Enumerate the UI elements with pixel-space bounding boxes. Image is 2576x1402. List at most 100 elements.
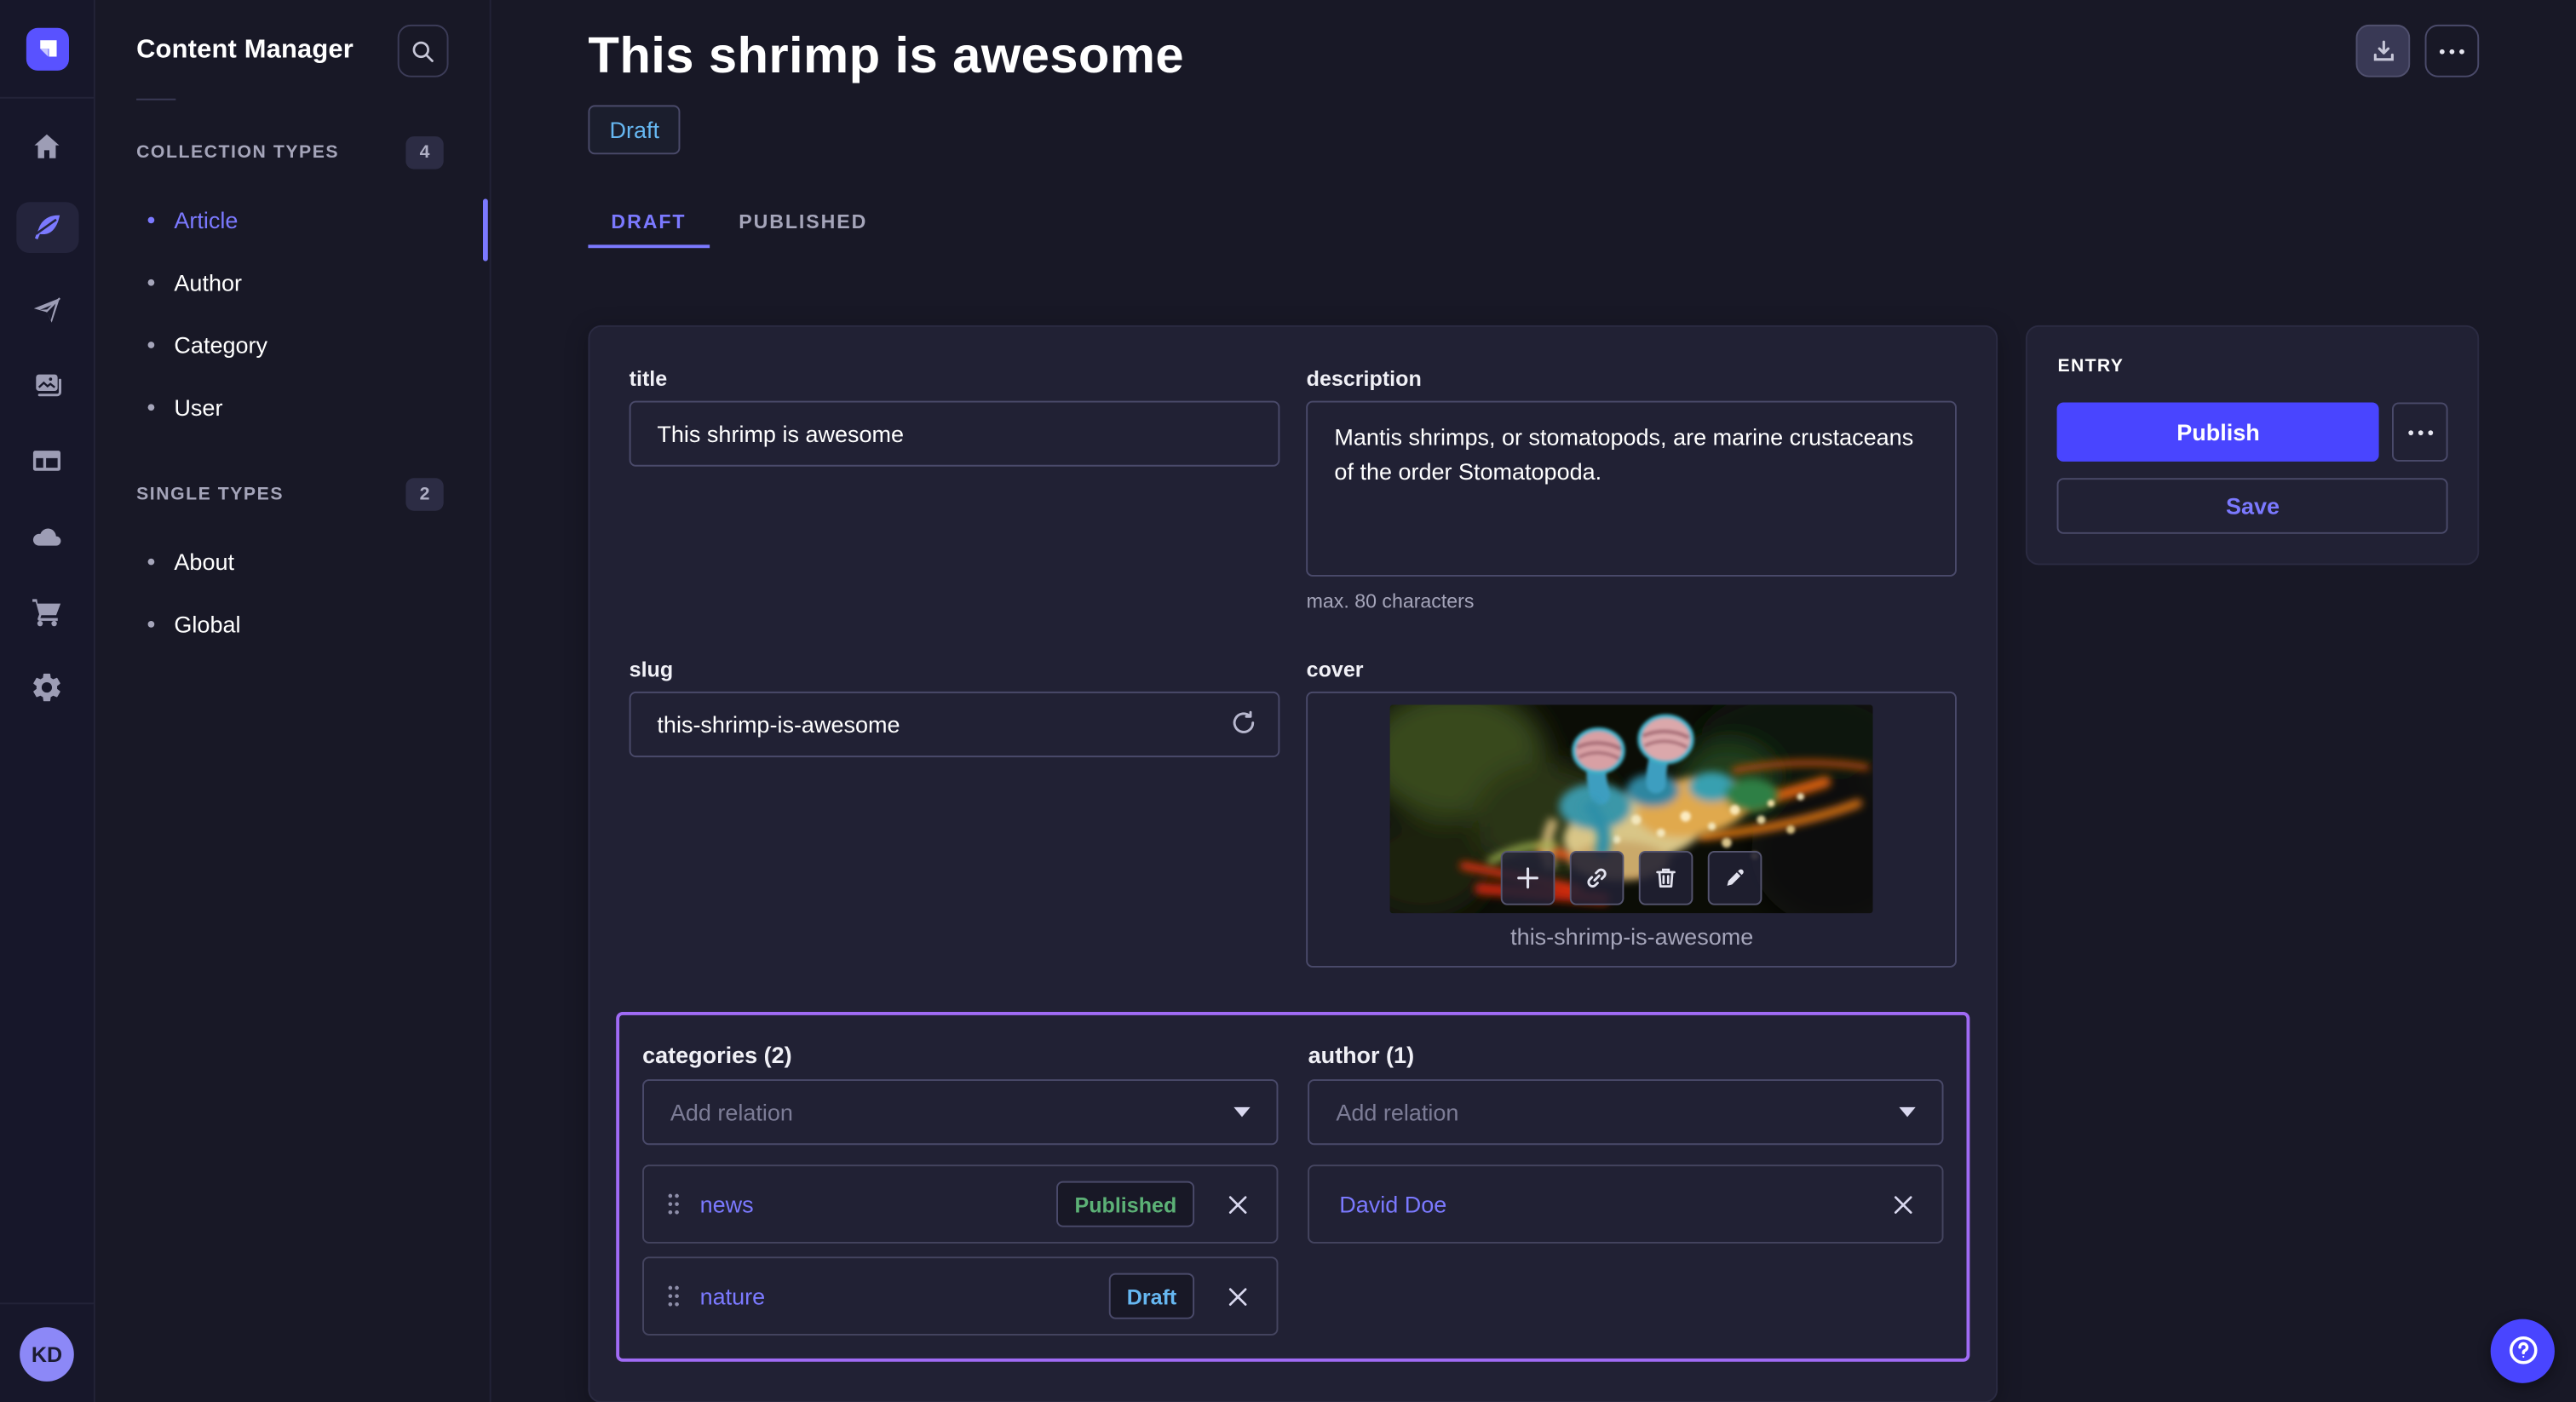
subnav-title: Content Manager — [136, 36, 354, 66]
download-icon — [2370, 37, 2396, 64]
relation-link[interactable]: David Doe — [1339, 1191, 1446, 1217]
content-manager-icon[interactable] — [15, 202, 78, 253]
field-slug: slug — [630, 657, 1280, 757]
relation-row-news[interactable]: news Published — [642, 1164, 1279, 1244]
collection-types-label: COLLECTION TYPES — [136, 143, 339, 163]
marketplace-cart-icon[interactable] — [27, 591, 66, 630]
user-avatar[interactable]: KD — [20, 1326, 74, 1381]
remove-relation-button[interactable] — [1217, 1276, 1256, 1315]
field-title: title — [630, 366, 1280, 467]
single-types-count: 2 — [405, 478, 443, 511]
active-page-indicator — [483, 198, 488, 261]
author-label: author (1) — [1308, 1042, 1945, 1068]
relation-link[interactable]: news — [700, 1191, 754, 1217]
export-button[interactable] — [2356, 25, 2411, 78]
page-title: This shrimp is awesome — [588, 23, 1184, 89]
search-button[interactable] — [398, 25, 449, 78]
status-pill-draft: Draft — [1109, 1273, 1195, 1319]
sidebar-item-about[interactable]: About — [95, 531, 490, 593]
categories-add-relation-combobox[interactable]: Add relation — [642, 1079, 1279, 1145]
slug-label: slug — [630, 657, 1280, 681]
entry-panel-title: ENTRY — [2057, 356, 2447, 376]
publish-button[interactable]: Publish — [2057, 402, 2378, 461]
add-asset-button[interactable] — [1501, 851, 1555, 905]
sidebar-item-author[interactable]: Author — [95, 251, 490, 313]
chevron-down-icon — [1234, 1107, 1251, 1118]
search-icon — [411, 38, 435, 63]
more-icon — [2440, 49, 2464, 54]
delete-asset-button[interactable] — [1639, 851, 1693, 905]
cover-carousel: this-shrimp-is-awesome — [1307, 692, 1958, 968]
main-content: This shrimp is awesome Draft DRAFT PUBLI… — [492, 0, 2576, 1402]
relations-highlight-box: categories (2) Add relation — [616, 1012, 1970, 1362]
app-window: KD Content Manager COLLECTION TYPES 4 Ar… — [0, 0, 2576, 1402]
cover-filename: this-shrimp-is-awesome — [1510, 923, 1753, 950]
single-types-label: SINGLE TYPES — [136, 485, 284, 504]
bullet-icon — [148, 404, 155, 411]
author-add-relation-combobox[interactable]: Add relation — [1308, 1079, 1945, 1145]
close-icon — [1227, 1285, 1248, 1307]
save-button[interactable]: Save — [2057, 478, 2447, 534]
remove-relation-button[interactable] — [1883, 1184, 1923, 1223]
cover-image — [1390, 704, 1873, 913]
bullet-icon — [148, 559, 155, 566]
status-badge: Draft — [588, 105, 681, 154]
regenerate-slug-icon[interactable] — [1231, 710, 1257, 744]
sidebar-item-global[interactable]: Global — [95, 593, 490, 655]
field-author: author (1) Add relation David Doe — [1308, 1042, 1945, 1336]
description-textarea[interactable]: Mantis shrimps, or stomatopods, are mari… — [1307, 401, 1958, 577]
drag-handle-icon[interactable] — [667, 1284, 680, 1307]
categories-label: categories (2) — [642, 1042, 1279, 1068]
strapi-logo-icon — [26, 27, 68, 70]
strapi-logo[interactable] — [0, 0, 95, 99]
help-button[interactable] — [2491, 1319, 2555, 1382]
subnav-divider — [136, 99, 175, 101]
cover-toolbar — [1501, 851, 1762, 905]
close-icon — [1227, 1193, 1248, 1215]
cover-label: cover — [1307, 657, 1958, 681]
collection-types-count: 4 — [405, 136, 443, 170]
main-nav: KD — [0, 0, 95, 1402]
entry-panel: ENTRY Publish Save — [2027, 325, 2479, 566]
sidebar-item-article[interactable]: Article — [95, 189, 490, 251]
description-label: description — [1307, 366, 1958, 391]
bullet-icon — [148, 621, 155, 628]
sidebar-item-category[interactable]: Category — [95, 313, 490, 376]
remove-relation-button[interactable] — [1217, 1184, 1256, 1223]
slug-input[interactable] — [630, 692, 1280, 757]
trash-icon — [1654, 865, 1679, 890]
more-icon — [2407, 429, 2432, 434]
drag-handle-icon[interactable] — [667, 1192, 680, 1215]
home-icon[interactable] — [27, 126, 66, 165]
question-mark-icon — [2504, 1332, 2540, 1368]
link-icon — [1585, 865, 1610, 890]
relation-row-nature[interactable]: nature Draft — [642, 1256, 1279, 1336]
tab-draft[interactable]: DRAFT — [588, 197, 709, 244]
plus-icon — [1516, 865, 1541, 890]
entry-more-button[interactable] — [2392, 402, 2448, 461]
status-pill-published: Published — [1056, 1181, 1194, 1227]
edit-asset-button[interactable] — [1708, 851, 1762, 905]
field-description: description Mantis shrimps, or stomatopo… — [1307, 366, 1958, 612]
sidebar-item-user[interactable]: User — [95, 376, 490, 439]
more-actions-button[interactable] — [2425, 25, 2480, 78]
field-cover: cover — [1307, 657, 1958, 967]
releases-icon[interactable] — [27, 289, 66, 328]
close-icon — [1893, 1193, 1914, 1215]
copy-link-button[interactable] — [1570, 851, 1624, 905]
cloud-icon[interactable] — [27, 516, 66, 555]
settings-gear-icon[interactable] — [27, 667, 66, 706]
relation-link[interactable]: nature — [700, 1283, 766, 1309]
bullet-icon — [148, 217, 155, 224]
tab-published[interactable]: PUBLISHED — [716, 197, 890, 244]
field-categories: categories (2) Add relation — [642, 1042, 1279, 1336]
description-hint: max. 80 characters — [1307, 589, 1958, 612]
relation-row-david-doe[interactable]: David Doe — [1308, 1164, 1945, 1244]
edit-form-panel: title description Mantis shrimps, or sto… — [588, 325, 1998, 1402]
content-manager-subnav: Content Manager COLLECTION TYPES 4 Artic… — [95, 0, 492, 1402]
content-type-builder-icon[interactable] — [27, 440, 66, 480]
title-input[interactable] — [630, 401, 1280, 467]
media-library-icon[interactable] — [27, 365, 66, 404]
title-label: title — [630, 366, 1280, 391]
bullet-icon — [148, 279, 155, 286]
